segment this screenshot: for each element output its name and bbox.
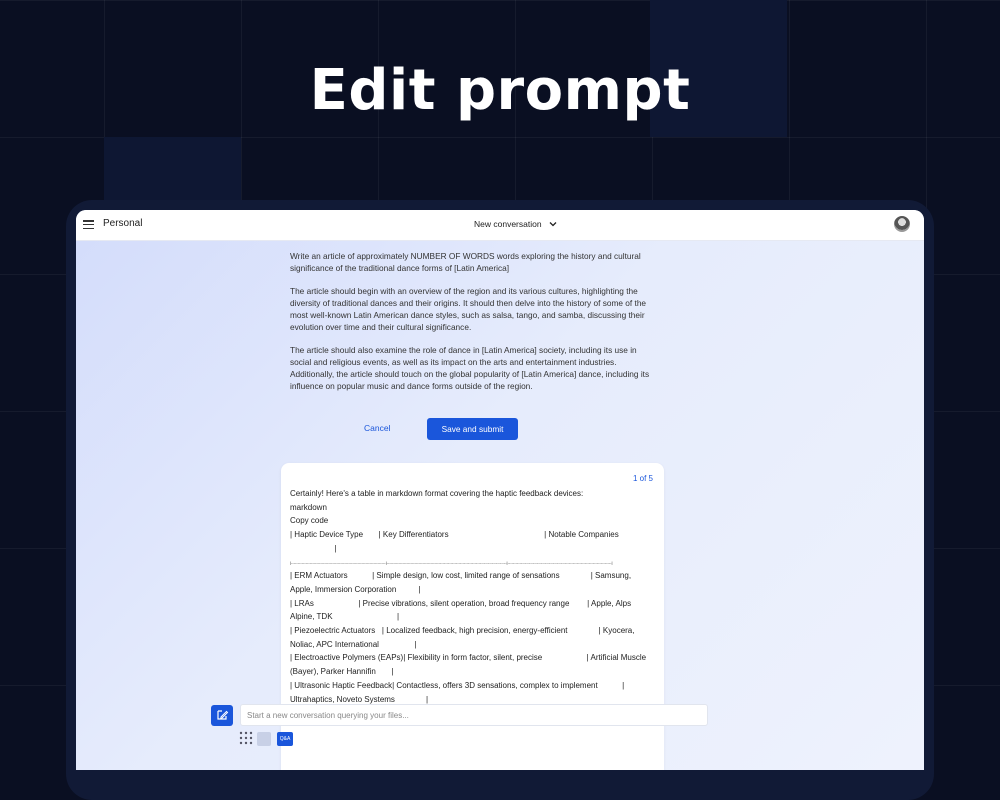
answer-line: markdown bbox=[290, 502, 327, 512]
prompt-paragraph: Write an article of approximately NUMBER… bbox=[290, 251, 641, 273]
new-conversation-button[interactable] bbox=[211, 705, 233, 726]
answer-line: Noliac, APC International | bbox=[290, 639, 417, 649]
answer-line: Alpine, TDK | bbox=[290, 612, 400, 622]
save-and-submit-button[interactable]: Save and submit bbox=[427, 418, 518, 440]
answer-line: (Bayer), Parker Hannifin | bbox=[290, 667, 394, 677]
app-screen: Personal New conversation Write an artic… bbox=[76, 210, 924, 770]
answer-pager[interactable]: 1 of 5 bbox=[633, 474, 653, 483]
document-icon[interactable] bbox=[257, 732, 271, 746]
edit-icon bbox=[217, 710, 229, 720]
qa-mode-button[interactable]: Q&A bbox=[277, 732, 293, 746]
answer-line: | Electroactive Polymers (EAPs)| Flexibi… bbox=[290, 653, 647, 663]
menu-icon[interactable] bbox=[83, 220, 94, 230]
hero-title: Edit prompt bbox=[309, 58, 691, 123]
answer-line: | LRAs | Precise vibrations, silent oper… bbox=[290, 598, 632, 608]
answer-line: Certainly! Here's a table in markdown fo… bbox=[290, 489, 584, 498]
conversation-title[interactable]: New conversation bbox=[474, 219, 542, 229]
top-bar: Personal New conversation bbox=[76, 210, 924, 241]
workspace-label[interactable]: Personal bbox=[103, 218, 142, 229]
answer-line: | Piezoelectric Actuators | Localized fe… bbox=[290, 626, 635, 636]
prompt-editor[interactable]: Write an article of approximately NUMBER… bbox=[290, 251, 656, 404]
answer-body: Certainly! Here's a table in markdown fo… bbox=[290, 487, 658, 706]
chevron-down-icon[interactable] bbox=[548, 219, 558, 229]
answer-line: | bbox=[290, 543, 337, 553]
avatar[interactable] bbox=[894, 216, 910, 232]
cancel-button[interactable]: Cancel bbox=[364, 423, 390, 433]
answer-line: Apple, Immersion Corporation | bbox=[290, 584, 421, 594]
copy-code-button[interactable]: Copy code bbox=[290, 514, 658, 528]
prompt-paragraph: The article should begin with an overvie… bbox=[290, 286, 647, 332]
answer-line: | Ultrasonic Haptic Feedback| Contactles… bbox=[290, 680, 625, 690]
background-tile bbox=[104, 137, 241, 200]
prompt-paragraph: The article should also examine the role… bbox=[290, 345, 650, 391]
conversation-input[interactable]: Start a new conversation querying your f… bbox=[240, 704, 708, 726]
apps-grid-icon[interactable] bbox=[239, 731, 253, 745]
answer-line: | ERM Actuators | Simple design, low cos… bbox=[290, 571, 632, 581]
answer-line: |---------------------------------------… bbox=[290, 559, 613, 565]
answer-line: | Haptic Device Type | Key Differentiato… bbox=[290, 530, 619, 540]
